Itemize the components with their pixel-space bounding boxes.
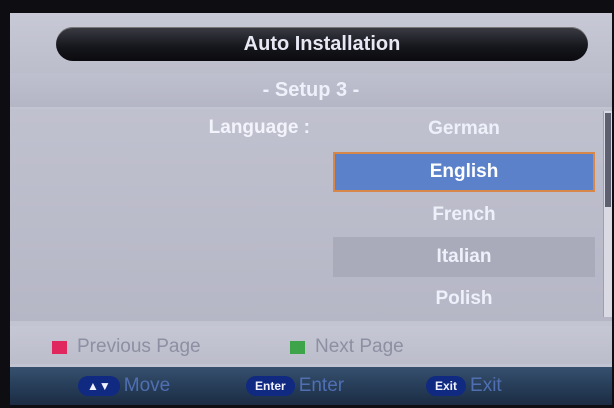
language-panel: Language : German English French Italian… bbox=[10, 109, 612, 321]
green-button-icon bbox=[290, 340, 305, 354]
key-hint-bar: ▲▼ Move Enter Enter Exit Exit bbox=[10, 367, 612, 405]
language-label: Language : bbox=[208, 117, 310, 138]
language-option-polish[interactable]: Polish bbox=[333, 279, 595, 319]
enter-key-icon: Enter bbox=[246, 376, 295, 396]
window-title: Auto Installation bbox=[56, 27, 588, 61]
move-hint-label: Move bbox=[123, 375, 171, 396]
exit-key-icon: Exit bbox=[426, 376, 467, 396]
arrow-keys-icon: ▲▼ bbox=[78, 376, 120, 396]
next-page-label: Next Page bbox=[315, 336, 404, 357]
previous-page-label: Previous Page bbox=[77, 336, 201, 357]
language-option-italian[interactable]: Italian bbox=[333, 237, 595, 277]
installation-screen: Auto Installation - Setup 3 - Language :… bbox=[10, 13, 612, 405]
scrollbar-thumb[interactable] bbox=[605, 113, 611, 207]
page-subtitle: - Setup 3 - bbox=[10, 73, 612, 107]
red-button-icon bbox=[52, 340, 67, 354]
exit-hint: Exit Exit bbox=[426, 375, 502, 397]
next-page-hint[interactable]: Next Page bbox=[290, 336, 404, 358]
move-hint: ▲▼ Move bbox=[78, 375, 170, 397]
language-option-german[interactable]: German bbox=[333, 109, 595, 149]
page-legend: Previous Page Next Page bbox=[10, 326, 612, 364]
enter-hint-label: Enter bbox=[298, 375, 345, 396]
enter-hint: Enter Enter bbox=[246, 375, 344, 397]
previous-page-hint[interactable]: Previous Page bbox=[52, 336, 201, 358]
language-scrollbar[interactable] bbox=[603, 111, 612, 317]
language-option-english[interactable]: English bbox=[333, 152, 595, 192]
exit-hint-label: Exit bbox=[470, 375, 502, 396]
language-option-french[interactable]: French bbox=[333, 195, 595, 235]
